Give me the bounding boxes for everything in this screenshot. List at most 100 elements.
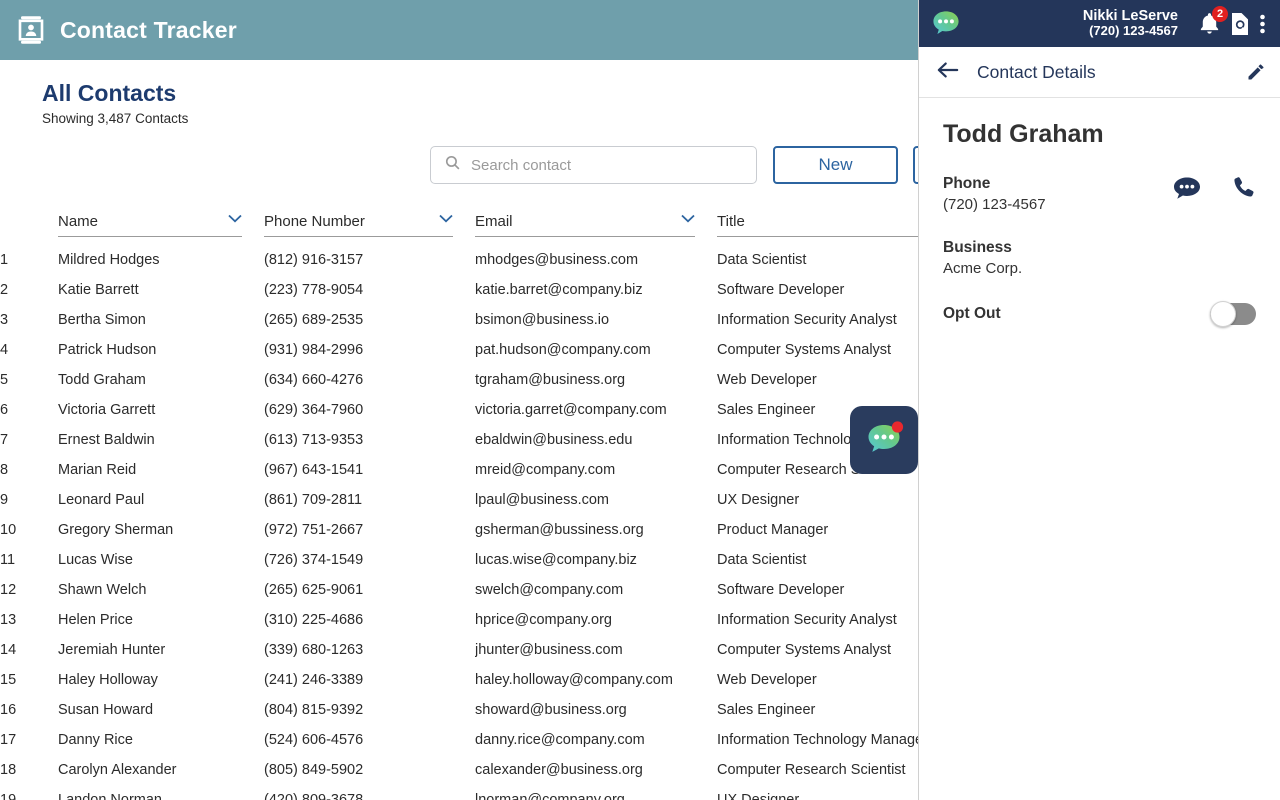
row-title: UX Designer (717, 785, 918, 800)
row-email: lnorman@company.org (475, 785, 717, 800)
search-icon (444, 154, 471, 176)
table-row[interactable]: 2Katie Barrett(223) 778-9054katie.barret… (0, 275, 918, 305)
chat-bubble-icon (861, 417, 907, 463)
row-title: Information Security Analyst (717, 605, 918, 635)
table-row[interactable]: 4Patrick Hudson(931) 984-2996pat.hudson@… (0, 335, 918, 365)
phone-field: Phone (720) 123-4567 (943, 175, 1256, 213)
row-email: pat.hudson@company.com (475, 335, 717, 365)
row-phone: (524) 606-4576 (264, 725, 475, 755)
row-phone: (931) 984-2996 (264, 335, 475, 365)
column-label-title: Title (717, 213, 745, 230)
table-row[interactable]: 9Leonard Paul(861) 709-2811lpaul@busines… (0, 485, 918, 515)
table-row[interactable]: 13Helen Price(310) 225-4686hprice@compan… (0, 605, 918, 635)
row-title: Data Scientist (717, 545, 918, 575)
table-body: 1Mildred Hodges(812) 916-3157mhodges@bus… (0, 245, 918, 800)
row-email: swelch@company.com (475, 575, 717, 605)
more-vertical-icon[interactable] (1259, 12, 1266, 36)
pencil-icon[interactable] (1246, 62, 1266, 82)
app-title: Contact Tracker (60, 17, 237, 44)
column-header-name[interactable]: Name (58, 212, 264, 245)
back-arrow-icon[interactable] (937, 61, 959, 84)
row-index: 3 (0, 305, 58, 335)
table-row[interactable]: 7Ernest Baldwin(613) 713-9353ebaldwin@bu… (0, 425, 918, 455)
search-contact-box[interactable] (430, 146, 757, 184)
chevron-down-icon[interactable] (228, 212, 242, 230)
row-email: showard@business.org (475, 695, 717, 725)
panel-user-phone: (720) 123-4567 (1083, 24, 1178, 39)
chat-launcher-button[interactable] (850, 406, 918, 474)
row-email: danny.rice@company.com (475, 725, 717, 755)
row-phone: (812) 916-3157 (264, 245, 475, 275)
row-name: Susan Howard (58, 695, 264, 725)
table-row[interactable]: 17Danny Rice(524) 606-4576danny.rice@com… (0, 725, 918, 755)
column-label-email: Email (475, 213, 513, 230)
row-name: Ernest Baldwin (58, 425, 264, 455)
row-email: mreid@company.com (475, 455, 717, 485)
row-email: hprice@company.org (475, 605, 717, 635)
screen-root: Contact Tracker All Contacts Showing 3,4… (0, 0, 1280, 800)
row-phone: (634) 660-4276 (264, 365, 475, 395)
row-email: victoria.garret@company.com (475, 395, 717, 425)
bell-icon[interactable]: 2 (1198, 11, 1221, 36)
row-index: 12 (0, 575, 58, 605)
table-row[interactable]: 3Bertha Simon(265) 689-2535bsimon@busine… (0, 305, 918, 335)
panel-title: Contact Details (977, 62, 1096, 83)
table-header: Name Phone Number (0, 212, 918, 245)
row-email: bsimon@business.io (475, 305, 717, 335)
panel-body: Todd Graham Phone (720) 123-4567 (919, 98, 1280, 351)
row-index: 6 (0, 395, 58, 425)
column-header-email[interactable]: Email (475, 212, 717, 245)
message-bubble-icon[interactable] (1173, 176, 1201, 200)
phone-icon[interactable] (1231, 175, 1256, 200)
row-index: 1 (0, 245, 58, 275)
row-index: 19 (0, 785, 58, 800)
table-row[interactable]: 8Marian Reid(967) 643-1541mreid@company.… (0, 455, 918, 485)
contacts-table: Name Phone Number (0, 212, 918, 800)
column-header-title[interactable]: Title (717, 212, 918, 245)
table-row[interactable]: 12Shawn Welch(265) 625-9061swelch@compan… (0, 575, 918, 605)
panel-user-info: Nikki LeServe (720) 123-4567 (1083, 8, 1178, 40)
table-row[interactable]: 16Susan Howard(804) 815-9392showard@busi… (0, 695, 918, 725)
row-title: Software Developer (717, 275, 918, 305)
column-label-phone: Phone Number (264, 213, 365, 230)
row-name: Victoria Garrett (58, 395, 264, 425)
row-index: 4 (0, 335, 58, 365)
contact-details-panel: Nikki LeServe (720) 123-4567 2 (918, 0, 1280, 800)
table-row[interactable]: 18Carolyn Alexander(805) 849-5902calexan… (0, 755, 918, 785)
row-name: Todd Graham (58, 365, 264, 395)
table-row[interactable]: 14Jeremiah Hunter(339) 680-1263jhunter@b… (0, 635, 918, 665)
table-row[interactable]: 19Landon Norman(420) 809-3678lnorman@com… (0, 785, 918, 800)
row-email: ebaldwin@business.edu (475, 425, 717, 455)
new-contact-button[interactable]: New (773, 146, 898, 184)
table-row[interactable]: 6Victoria Garrett(629) 364-7960victoria.… (0, 395, 918, 425)
row-name: Helen Price (58, 605, 264, 635)
row-phone: (629) 364-7960 (264, 395, 475, 425)
row-index: 2 (0, 275, 58, 305)
optout-field: Opt Out (943, 303, 1256, 325)
table-row[interactable]: 5Todd Graham(634) 660-4276tgraham@busine… (0, 365, 918, 395)
row-name: Leonard Paul (58, 485, 264, 515)
row-name: Landon Norman (58, 785, 264, 800)
main-content: All Contacts Showing 3,487 Contacts New (0, 60, 918, 800)
row-email: calexander@business.org (475, 755, 717, 785)
row-phone: (972) 751-2667 (264, 515, 475, 545)
search-input[interactable] (471, 157, 741, 174)
row-index: 7 (0, 425, 58, 455)
row-index: 13 (0, 605, 58, 635)
business-label: Business (943, 239, 1256, 257)
table-row[interactable]: 10Gregory Sherman(972) 751-2667gsherman@… (0, 515, 918, 545)
column-header-phone[interactable]: Phone Number (264, 212, 475, 245)
table-row[interactable]: 15Haley Holloway(241) 246-3389haley.holl… (0, 665, 918, 695)
row-index: 8 (0, 455, 58, 485)
row-index: 14 (0, 635, 58, 665)
table-row[interactable]: 1Mildred Hodges(812) 916-3157mhodges@bus… (0, 245, 918, 275)
chevron-down-icon[interactable] (681, 212, 695, 230)
document-search-icon[interactable] (1229, 12, 1251, 36)
chevron-down-icon[interactable] (439, 212, 453, 230)
optout-toggle[interactable] (1210, 303, 1256, 325)
row-phone: (265) 625-9061 (264, 575, 475, 605)
table-row[interactable]: 11Lucas Wise(726) 374-1549lucas.wise@com… (0, 545, 918, 575)
row-name: Bertha Simon (58, 305, 264, 335)
row-phone: (613) 713-9353 (264, 425, 475, 455)
row-email: katie.barret@company.biz (475, 275, 717, 305)
